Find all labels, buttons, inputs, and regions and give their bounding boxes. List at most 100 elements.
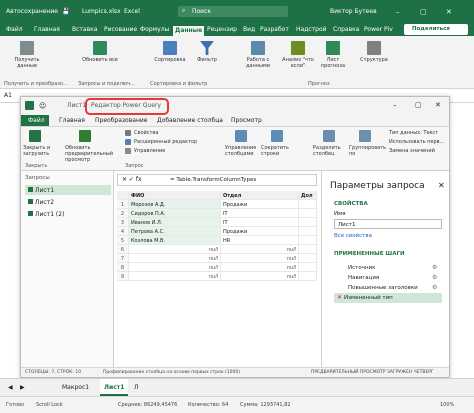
table-cell[interactable]: null xyxy=(129,254,221,263)
table-cell[interactable]: Морозов А.Д. xyxy=(129,200,221,209)
row-number[interactable]: 9 xyxy=(117,272,129,281)
outline-button[interactable]: Структура xyxy=(356,41,392,63)
tab-view[interactable]: Вид xyxy=(243,26,255,33)
table-cell[interactable]: IT xyxy=(221,209,299,218)
sort-button[interactable]: Сортировка xyxy=(150,41,190,63)
next-sheet-icon[interactable]: ▶ xyxy=(20,384,25,391)
row-number[interactable]: 3 xyxy=(117,218,129,227)
table-cell[interactable] xyxy=(299,209,317,218)
search-box[interactable]: ⌕ Поиск xyxy=(178,6,288,17)
pq-tab-home[interactable]: Главная xyxy=(59,117,85,124)
manage-columns-button[interactable]: Управление столбцами xyxy=(225,145,259,157)
table-cell[interactable]: null xyxy=(129,263,221,272)
tab-home[interactable]: Главная xyxy=(34,26,60,33)
step-item[interactable]: Повышенные заголовки ⚙ xyxy=(334,283,442,293)
column-header-pos[interactable]: Дол xyxy=(299,191,317,200)
pq-tab-add-column[interactable]: Добавление столбца xyxy=(157,117,223,124)
tab-addins[interactable]: Надстрой xyxy=(296,26,327,33)
get-data-button[interactable]: Получить данные xyxy=(10,41,44,69)
table-cell[interactable] xyxy=(299,200,317,209)
first-row-headers-button[interactable]: Использовать перв... xyxy=(389,139,444,145)
forecast-button[interactable]: Лист прогноза xyxy=(318,41,348,69)
formula-bar[interactable]: ✕ ✓ fx = Table.TransformColumnTypes xyxy=(117,174,317,186)
filter-button[interactable]: Фильтр xyxy=(192,41,222,63)
pq-minimize-icon[interactable]: – xyxy=(393,101,397,109)
reduce-rows-button[interactable]: Сократить строки xyxy=(261,145,295,157)
pq-tab-file[interactable]: Файл xyxy=(21,115,49,126)
all-properties-link[interactable]: Все свойства xyxy=(334,233,372,239)
tab-powerpivot[interactable]: Power Piv xyxy=(364,26,393,33)
step-item-selected[interactable]: ✕ Измененный тип xyxy=(334,293,442,303)
save-icon[interactable]: 💾 xyxy=(62,8,69,15)
row-number[interactable]: 7 xyxy=(117,254,129,263)
pq-close-icon[interactable]: ✕ xyxy=(435,101,441,109)
smiley-icon[interactable]: ☺ xyxy=(39,102,46,110)
autosave-label[interactable]: Автосохранение xyxy=(6,8,58,15)
tab-formulas[interactable]: Формулы xyxy=(140,26,169,33)
pq-tab-transform[interactable]: Преобразование xyxy=(95,117,147,124)
tab-file[interactable]: Файл xyxy=(6,26,23,33)
sheet-tab[interactable]: Макрос1 xyxy=(62,384,89,391)
step-item[interactable]: Источник ⚙ xyxy=(334,263,442,273)
whatif-button[interactable]: Анализ "что если" xyxy=(280,41,316,69)
table-cell[interactable] xyxy=(299,254,317,263)
replace-values-button[interactable]: Замена значений xyxy=(389,148,435,154)
zoom-level[interactable]: 100% xyxy=(440,402,454,408)
table-cell[interactable]: null xyxy=(221,254,299,263)
tab-developer[interactable]: Разработ xyxy=(260,26,289,33)
table-cell[interactable] xyxy=(299,227,317,236)
gear-icon[interactable]: ⚙ xyxy=(432,274,437,281)
column-header-dept[interactable]: Отдел xyxy=(221,191,299,200)
name-box[interactable]: A1 xyxy=(4,92,12,99)
refresh-all-button[interactable]: Обновить все xyxy=(82,41,118,63)
query-item[interactable]: Лист2 xyxy=(25,197,111,207)
data-tools-button[interactable]: Работа с данными xyxy=(240,41,276,69)
tab-data[interactable]: Данные xyxy=(173,26,205,36)
split-column-button[interactable]: Разделить столбец xyxy=(313,145,347,157)
table-cell[interactable]: null xyxy=(129,245,221,254)
query-item[interactable]: Лист1 (2) xyxy=(25,209,111,219)
row-number[interactable]: 1 xyxy=(117,200,129,209)
table-cell[interactable]: Иванов И.Л. xyxy=(129,218,221,227)
table-cell[interactable]: Продажи xyxy=(221,200,299,209)
table-cell[interactable] xyxy=(299,245,317,254)
table-cell[interactable] xyxy=(299,236,317,245)
table-cell[interactable]: Петрова А.С. xyxy=(129,227,221,236)
table-cell[interactable]: Козлова М.В. xyxy=(129,236,221,245)
properties-button[interactable]: Свойства xyxy=(134,130,158,136)
delete-step-icon[interactable]: ✕ xyxy=(337,294,342,301)
table-cell[interactable]: HR xyxy=(221,236,299,245)
refresh-preview-button[interactable]: Обновить предварительный просмотр xyxy=(65,145,121,163)
row-number[interactable]: 8 xyxy=(117,263,129,272)
tab-help[interactable]: Справка xyxy=(333,26,359,33)
column-header-fio[interactable]: ФИО xyxy=(129,191,221,200)
name-input[interactable]: Лист1 xyxy=(334,219,442,229)
table-cell[interactable]: null xyxy=(129,272,221,281)
query-item[interactable]: Лист1 xyxy=(25,185,111,195)
close-load-button[interactable]: Закрыть и загрузить xyxy=(23,145,63,157)
settings-close-icon[interactable]: ✕ xyxy=(438,181,445,190)
close-icon[interactable]: ✕ xyxy=(446,8,452,16)
manage-button[interactable]: Управление xyxy=(134,148,165,154)
row-number[interactable]: 5 xyxy=(117,236,129,245)
table-cell[interactable] xyxy=(299,263,317,272)
share-button[interactable]: Поделиться xyxy=(404,24,468,35)
sheet-tab-active[interactable]: Лист1 xyxy=(100,379,128,396)
data-type-dropdown[interactable]: Тип данных: Текст xyxy=(389,130,438,136)
gear-icon[interactable]: ⚙ xyxy=(432,284,437,291)
table-cell[interactable]: null xyxy=(221,245,299,254)
row-number[interactable]: 2 xyxy=(117,209,129,218)
table-cell[interactable] xyxy=(299,218,317,227)
table-cell[interactable]: null xyxy=(221,263,299,272)
gear-icon[interactable]: ⚙ xyxy=(432,264,437,271)
table-cell[interactable] xyxy=(299,272,317,281)
table-cell[interactable]: Продажи xyxy=(221,227,299,236)
maximize-icon[interactable]: ▢ xyxy=(420,8,427,16)
pq-tab-view[interactable]: Просмотр xyxy=(231,117,262,124)
pq-maximize-icon[interactable]: ▢ xyxy=(415,101,422,109)
row-number[interactable]: 4 xyxy=(117,227,129,236)
corner-cell[interactable] xyxy=(117,191,129,200)
group-by-button[interactable]: Группировать по xyxy=(349,145,386,157)
tab-draw[interactable]: Рисование xyxy=(104,26,137,33)
table-cell[interactable]: null xyxy=(221,272,299,281)
